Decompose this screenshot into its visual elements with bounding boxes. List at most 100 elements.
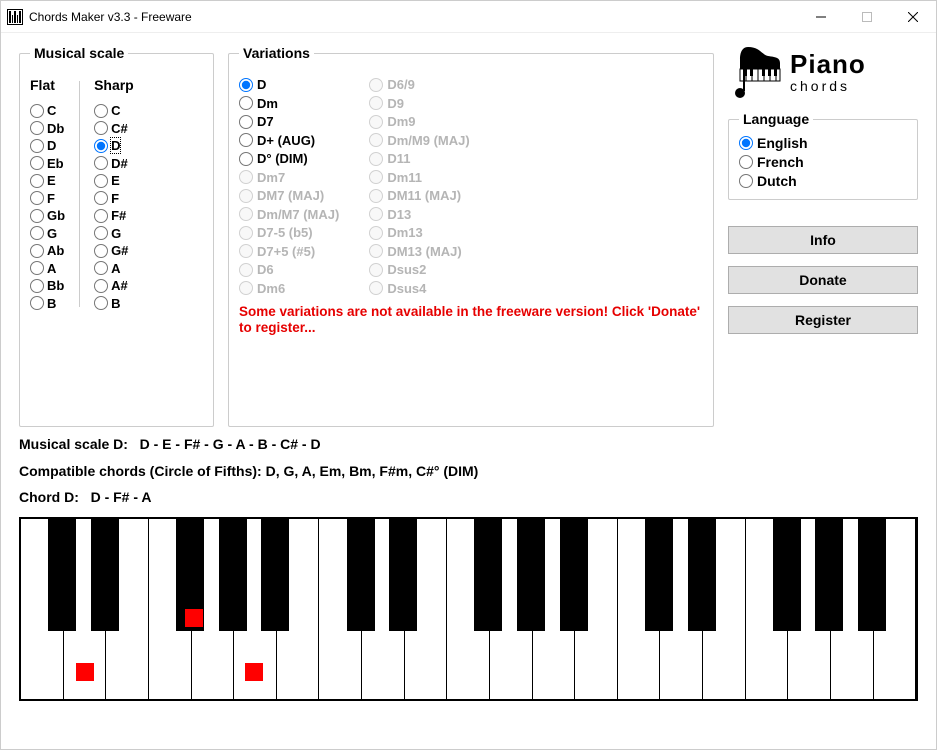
- scale-radio-flat-D[interactable]: D: [30, 138, 65, 153]
- language-radio-english[interactable]: English: [739, 135, 907, 151]
- scale-radio-sharp-G[interactable]: G: [94, 226, 134, 241]
- variation-radio: DM7 (MAJ): [239, 188, 339, 203]
- variation-radio: Dm11: [369, 170, 469, 185]
- variation-radio: D7-5 (b5): [239, 225, 339, 240]
- black-key[interactable]: [517, 519, 545, 631]
- scale-radio-flat-Bflat[interactable]: Bb: [30, 278, 65, 293]
- scale-radio-sharp-D[interactable]: D: [94, 138, 134, 153]
- scale-info-value: D - E - F# - G - A - B - C# - D: [140, 436, 321, 452]
- compat-info-line: Compatible chords (Circle of Fifths): D,…: [19, 458, 918, 485]
- close-icon: [908, 12, 918, 22]
- scale-radio-flat-F[interactable]: F: [30, 191, 65, 206]
- scale-radio-sharp-E[interactable]: E: [94, 173, 134, 188]
- black-key[interactable]: [858, 519, 886, 631]
- black-key[interactable]: [688, 519, 716, 631]
- black-key[interactable]: [773, 519, 801, 631]
- scale-radio-flat-Aflat[interactable]: Ab: [30, 243, 65, 258]
- column-divider: [79, 81, 80, 307]
- scale-info-label: Musical scale D:: [19, 431, 128, 458]
- scale-info-line: Musical scale D: D - E - F# - G - A - B …: [19, 431, 918, 458]
- minimize-button[interactable]: [798, 1, 844, 33]
- scale-radio-flat-Eflat[interactable]: Eb: [30, 156, 65, 171]
- logo-line2: chords: [790, 79, 866, 93]
- titlebar: Chords Maker v3.3 - Freeware: [1, 1, 936, 33]
- variation-radio: Dm9: [369, 114, 469, 129]
- black-key[interactable]: [347, 519, 375, 631]
- variation-radio: DM11 (MAJ): [369, 188, 469, 203]
- scale-radio-flat-C[interactable]: C: [30, 103, 65, 118]
- scale-radio-flat-B[interactable]: B: [30, 296, 65, 311]
- scale-radio-sharp-C[interactable]: C: [94, 103, 134, 118]
- black-key[interactable]: [91, 519, 119, 631]
- note-marker: [185, 609, 203, 627]
- variation-radio[interactable]: D+ (AUG): [239, 133, 339, 148]
- variation-radio[interactable]: D° (DIM): [239, 151, 339, 166]
- variation-radio: D9: [369, 96, 469, 111]
- chord-info-line: Chord D: D - F# - A: [19, 484, 918, 511]
- window-title: Chords Maker v3.3 - Freeware: [29, 10, 192, 24]
- musical-scale-legend: Musical scale: [30, 45, 128, 61]
- scale-radio-sharp-Dsharp[interactable]: D#: [94, 156, 134, 171]
- black-key[interactable]: [48, 519, 76, 631]
- scale-radio-sharp-F[interactable]: F: [94, 191, 134, 206]
- variation-radio[interactable]: D7: [239, 114, 339, 129]
- piano-logo-icon: [734, 45, 784, 99]
- scale-radio-sharp-A[interactable]: A: [94, 261, 134, 276]
- logo: Piano chords: [728, 45, 918, 99]
- variation-radio: D6: [239, 262, 339, 277]
- info-button[interactable]: Info: [728, 226, 918, 254]
- scale-radio-sharp-Fsharp[interactable]: F#: [94, 208, 134, 223]
- black-key[interactable]: [815, 519, 843, 631]
- maximize-icon: [862, 12, 872, 22]
- scale-radio-flat-Dflat[interactable]: Db: [30, 121, 65, 136]
- content-area: Musical scale Flat CDbDEbEFGbGAbABbB Sha…: [1, 33, 936, 749]
- variation-radio[interactable]: D: [239, 77, 339, 92]
- note-marker: [76, 663, 94, 681]
- scale-radio-flat-A[interactable]: A: [30, 261, 65, 276]
- register-button[interactable]: Register: [728, 306, 918, 334]
- black-key[interactable]: [389, 519, 417, 631]
- black-key[interactable]: [219, 519, 247, 631]
- black-key[interactable]: [261, 519, 289, 631]
- black-key[interactable]: [645, 519, 673, 631]
- scale-radio-sharp-Asharp[interactable]: A#: [94, 278, 134, 293]
- top-row: Musical scale Flat CDbDEbEFGbGAbABbB Sha…: [19, 45, 918, 427]
- info-lines: Musical scale D: D - E - F# - G - A - B …: [19, 431, 918, 511]
- variations-legend: Variations: [239, 45, 314, 61]
- flat-column: Flat CDbDEbEFGbGAbABbB: [30, 77, 65, 311]
- compat-info-label: Compatible chords (Circle of Fifths):: [19, 458, 262, 485]
- variation-radio: Dsus2: [369, 262, 469, 277]
- compat-info-value: D, G, A, Em, Bm, F#m, C#° (DIM): [266, 463, 479, 479]
- chord-info-label: Chord D:: [19, 484, 79, 511]
- variation-radio: D11: [369, 151, 469, 166]
- sharp-column: Sharp C C# D D# EF F# G G# A A# B: [94, 77, 134, 311]
- sharp-header: Sharp: [94, 77, 134, 93]
- donate-button[interactable]: Donate: [728, 266, 918, 294]
- note-marker: [245, 663, 263, 681]
- piano-keyboard[interactable]: [19, 517, 918, 701]
- scale-radio-sharp-B[interactable]: B: [94, 296, 134, 311]
- scale-radio-flat-E[interactable]: E: [30, 173, 65, 188]
- variation-radio: Dm6: [239, 281, 339, 296]
- right-column: Piano chords Language English French Dutch…: [728, 45, 918, 334]
- variation-radio: DM13 (MAJ): [369, 244, 469, 259]
- scale-radio-flat-Gflat[interactable]: Gb: [30, 208, 65, 223]
- chord-info-value: D - F# - A: [91, 489, 152, 505]
- scale-radio-sharp-Gsharp[interactable]: G#: [94, 243, 134, 258]
- language-radio-french[interactable]: French: [739, 154, 907, 170]
- variation-radio[interactable]: Dm: [239, 96, 339, 111]
- black-key[interactable]: [474, 519, 502, 631]
- close-button[interactable]: [890, 1, 936, 33]
- minimize-icon: [816, 12, 826, 22]
- freeware-note: Some variations are not available in the…: [239, 304, 703, 338]
- language-radio-dutch[interactable]: Dutch: [739, 173, 907, 189]
- musical-scale-group: Musical scale Flat CDbDEbEFGbGAbABbB Sha…: [19, 45, 214, 427]
- variations-col1: DDmD7D+ (AUG)D° (DIM)Dm7DM7 (MAJ)Dm/M7 (…: [239, 77, 339, 296]
- black-key[interactable]: [560, 519, 588, 631]
- language-legend: Language: [739, 111, 813, 127]
- variation-radio: D7+5 (#5): [239, 244, 339, 259]
- variation-radio: D13: [369, 207, 469, 222]
- variation-radio: D6/9: [369, 77, 469, 92]
- scale-radio-flat-G[interactable]: G: [30, 226, 65, 241]
- scale-radio-sharp-Csharp[interactable]: C#: [94, 121, 134, 136]
